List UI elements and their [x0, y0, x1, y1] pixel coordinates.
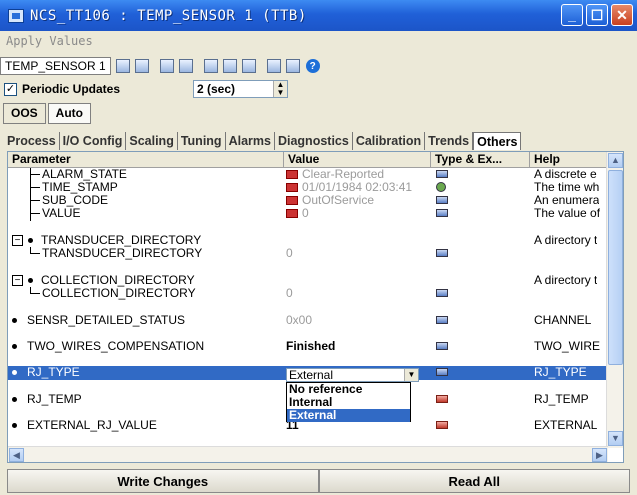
type-icon [436, 170, 448, 178]
type-icon [436, 289, 448, 297]
table-row[interactable]: − COLLECTION_DIRECTORY A directory t [8, 274, 608, 287]
menu-apply-values[interactable]: Apply Values [0, 34, 93, 54]
scroll-right-icon[interactable]: ▶ [592, 448, 607, 462]
table-row[interactable]: SENSR_DETAILED_STATUS 0x00 CHANNEL [8, 314, 608, 327]
toolbar: TEMP_SENSOR 1 ? [0, 56, 320, 76]
app-window: NCS_TT106 : TEMP_SENSOR 1 (TTB) _ ☐ ✕ Ap… [0, 0, 637, 495]
maximize-button[interactable]: ☐ [586, 4, 608, 26]
close-button[interactable]: ✕ [611, 4, 633, 26]
column-header-parameter[interactable]: Parameter [8, 152, 284, 168]
value-icon [286, 183, 298, 193]
table-row[interactable]: VALUE 0 The value of [8, 207, 608, 220]
table-row[interactable]: SUB_CODE OutOfService An enumera [8, 194, 608, 207]
block-name-field[interactable]: TEMP_SENSOR 1 [0, 57, 111, 75]
tool-icon-5[interactable] [203, 59, 218, 73]
column-header-type[interactable]: Type & Ex... [431, 152, 530, 168]
tab-process[interactable]: Process [4, 132, 60, 150]
value-icon [286, 209, 298, 219]
table-row[interactable]: ALARM_STATE Clear-Reported A discrete e [8, 168, 608, 181]
tab-alarms[interactable]: Alarms [226, 132, 275, 150]
tool-icon-1[interactable] [115, 59, 130, 73]
rj-type-dropdown-list: No reference Internal External [286, 382, 411, 422]
tab-calibration[interactable]: Calibration [353, 132, 426, 150]
table-row[interactable]: TRANSDUCER_DIRECTORY 0 [8, 247, 608, 260]
collapse-icon[interactable]: − [12, 275, 23, 286]
tab-trends[interactable]: Trends [425, 132, 474, 150]
vertical-scrollbar[interactable]: ▲ ▼ [606, 152, 623, 448]
write-changes-button[interactable]: Write Changes [7, 469, 319, 493]
app-icon [8, 8, 24, 23]
tab-bar: Process I/O Config Scaling Tuning Alarms… [4, 132, 522, 150]
mode-oos-button[interactable]: OOS [3, 103, 46, 124]
grid-header: Parameter Value Type & Ex... Help [8, 152, 608, 168]
chevron-down-icon[interactable]: ▼ [404, 369, 418, 381]
read-all-button[interactable]: Read All [318, 469, 630, 493]
collapse-icon[interactable]: − [12, 235, 23, 246]
table-row[interactable]: − TRANSDUCER_DIRECTORY A directory t [8, 234, 608, 247]
tool-icon-4[interactable] [178, 59, 193, 73]
column-header-help[interactable]: Help [530, 152, 608, 168]
type-icon [436, 342, 448, 350]
type-icon [436, 249, 448, 257]
periodic-updates-label: Periodic Updates [22, 82, 121, 96]
scroll-down-icon[interactable]: ▼ [608, 431, 623, 446]
value-icon [286, 196, 298, 206]
periodic-updates-checkbox[interactable]: ✓ [4, 82, 17, 96]
scroll-up-icon[interactable]: ▲ [608, 153, 623, 168]
type-icon [436, 182, 446, 192]
value-icon [286, 170, 298, 180]
periodic-updates: ✓ Periodic Updates [4, 80, 120, 98]
tool-icon-9[interactable] [285, 59, 300, 73]
mode-auto-button[interactable]: Auto [47, 103, 91, 124]
update-interval-field[interactable]: 2 (sec) ▲ ▼ [193, 80, 288, 98]
rj-type-select[interactable]: External ▼ [286, 368, 419, 382]
scroll-thumb[interactable] [608, 170, 623, 365]
window-title: NCS_TT106 : TEMP_SENSOR 1 (TTB) [30, 7, 307, 24]
interval-spinner[interactable]: ▲ ▼ [273, 81, 287, 97]
type-icon [436, 368, 448, 376]
horizontal-scrollbar[interactable]: ◀ ▶ [8, 446, 608, 462]
tool-icon-3[interactable] [159, 59, 174, 73]
bottom-buttons: Write Changes Read All [7, 469, 630, 493]
tab-tuning[interactable]: Tuning [178, 132, 226, 150]
tab-diagnostics[interactable]: Diagnostics [275, 132, 353, 150]
tab-others[interactable]: Others [473, 132, 522, 150]
help-icon[interactable]: ? [305, 59, 320, 73]
dropdown-option-external[interactable]: External [287, 409, 410, 422]
title-bar[interactable]: NCS_TT106 : TEMP_SENSOR 1 (TTB) _ ☐ ✕ [0, 0, 637, 31]
tool-icon-8[interactable] [266, 59, 281, 73]
parameter-grid: Parameter Value Type & Ex... Help ALARM_… [7, 151, 624, 463]
type-icon [436, 421, 448, 429]
table-row[interactable]: TWO_WIRES_COMPENSATION Finished TWO_WIRE [8, 340, 608, 353]
scroll-left-icon[interactable]: ◀ [9, 448, 24, 462]
table-row[interactable]: TIME_STAMP 01/01/1984 02:03:41 The time … [8, 181, 608, 194]
table-row[interactable]: COLLECTION_DIRECTORY 0 [8, 287, 608, 300]
tool-icon-6[interactable] [222, 59, 237, 73]
tool-icon-7[interactable] [241, 59, 256, 73]
minimize-button[interactable]: _ [561, 4, 583, 26]
type-icon [436, 316, 448, 324]
type-icon [436, 209, 448, 217]
tab-scaling[interactable]: Scaling [126, 132, 178, 150]
tab-io-config[interactable]: I/O Config [60, 132, 127, 150]
mode-buttons: OOS Auto [3, 103, 91, 124]
tool-icon-2[interactable] [134, 59, 149, 73]
type-icon [436, 196, 448, 204]
type-icon [436, 395, 448, 403]
column-header-value[interactable]: Value [284, 152, 431, 168]
